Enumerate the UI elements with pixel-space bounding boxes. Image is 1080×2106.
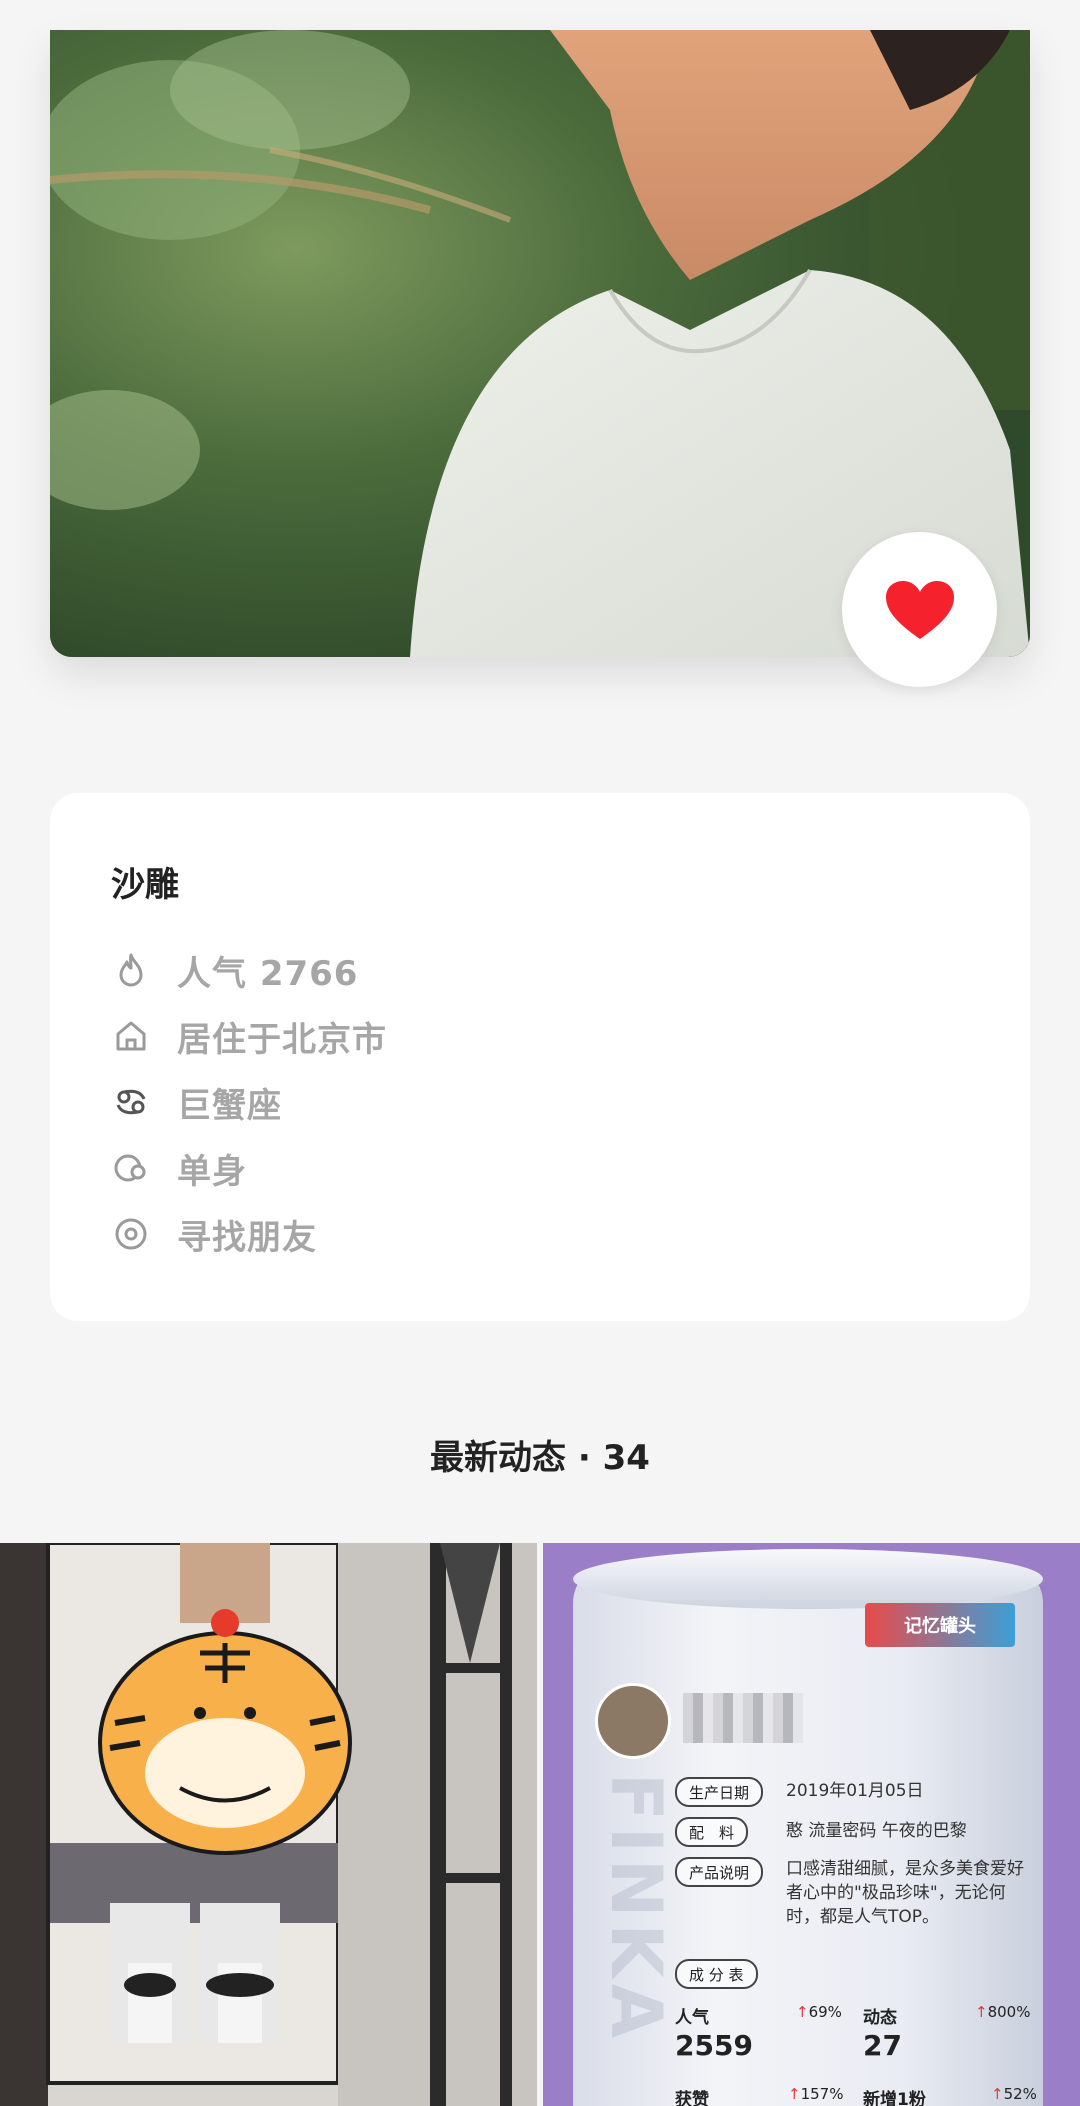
stat-posts-label: 动态: [863, 2008, 897, 2028]
target-icon: [111, 1214, 151, 1254]
info-zodiac: 巨蟹座: [111, 1079, 282, 1126]
stat-popularity-change: ↑69%: [796, 2003, 842, 2021]
profile-info-card: 沙雕 人气 2766 居住于北京市 巨蟹座 单身 寻找朋友: [50, 793, 1030, 1321]
description-label: 产品说明: [675, 1857, 764, 1887]
info-looking-for: 寻找朋友: [111, 1211, 317, 1258]
home-icon: [111, 1016, 151, 1056]
feed-section-title: 最新动态 · 34: [430, 1438, 650, 1478]
ingredients-value: 憨 流量密码 午夜的巴黎: [786, 1821, 967, 1841]
profile-name: 沙雕: [111, 865, 179, 905]
components-label: 成 分 表: [675, 1959, 758, 1989]
heart-icon: [885, 580, 954, 639]
stat-followers-label: 新增1粉: [863, 2090, 926, 2106]
can-watermark: FINKA: [595, 1773, 677, 2044]
stat-posts-value: 27: [863, 2029, 902, 2062]
ingredients-label: 配 料: [675, 1817, 749, 1847]
flame-icon: [111, 950, 151, 990]
feed-post-photo[interactable]: [0, 1543, 537, 2106]
feed-post-memory-card[interactable]: FINKA 记忆罐头 生产日期 2019年01月05日 配 料 憨 流量密码 午…: [543, 1543, 1080, 2106]
stat-popularity-value: 2559: [675, 2029, 753, 2062]
stat-likes-label: 获赞: [675, 2090, 709, 2106]
description-value: 口感清甜细腻，是众多美食爱好者心中的"极品珍味"，无论何时，都是人气TOP。: [786, 1859, 1024, 1927]
avatar: [595, 1683, 671, 1759]
heart-status-icon: [111, 1148, 151, 1188]
can-lid: [573, 1549, 1043, 1609]
info-relationship: 单身: [111, 1145, 247, 1192]
like-button[interactable]: [842, 532, 997, 687]
blurred-username: [683, 1693, 803, 1743]
stat-posts-change: ↑800%: [975, 2003, 1031, 2021]
stat-popularity-label: 人气: [675, 2008, 709, 2028]
zodiac-icon: [111, 1082, 151, 1122]
stat-followers-change: ↑52%: [991, 2085, 1037, 2103]
birth-value: 2019年01月05日: [786, 1781, 924, 1801]
stat-likes-change: ↑157%: [788, 2085, 844, 2103]
birth-label: 生产日期: [675, 1777, 764, 1807]
can-brand-badge: 记忆罐头: [865, 1603, 1015, 1647]
info-location: 居住于北京市: [111, 1013, 387, 1060]
info-popularity: 人气 2766: [111, 947, 358, 994]
